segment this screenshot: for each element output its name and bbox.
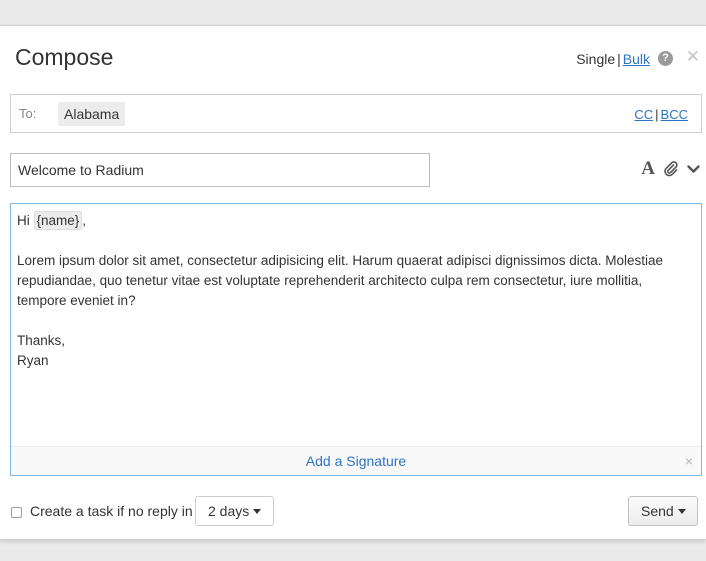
- mode-separator: |: [617, 51, 621, 67]
- greeting-line: Hi {name},: [17, 211, 695, 231]
- signature-bar: Add a Signature ×: [11, 446, 701, 475]
- task-label: Create a task if no reply in: [30, 503, 193, 519]
- paperclip-icon[interactable]: [664, 161, 678, 177]
- caret-down-icon: [678, 509, 686, 514]
- send-mode-switch: Single | Bulk: [576, 51, 650, 67]
- send-button[interactable]: Send: [628, 496, 698, 526]
- message-editor[interactable]: Hi {name}, Lorem ipsum dolor sit amet, c…: [10, 203, 702, 476]
- editor-toolbar: A: [641, 159, 700, 179]
- compose-panel: Compose Single | Bulk ? ✕ To: Alabama CC | B…: [0, 25, 706, 540]
- message-body[interactable]: Hi {name}, Lorem ipsum dolor sit amet, c…: [17, 211, 695, 371]
- cc-link[interactable]: CC: [634, 107, 653, 122]
- task-checkbox[interactable]: [11, 507, 22, 518]
- line-break: [17, 311, 695, 331]
- closing-line: Thanks,: [17, 333, 66, 348]
- to-label: To:: [19, 106, 37, 121]
- greeting-prefix: Hi: [17, 213, 34, 228]
- subject-input[interactable]: [10, 153, 430, 187]
- reply-delay-dropdown[interactable]: 2 days: [195, 496, 274, 526]
- to-field[interactable]: To: Alabama CC | BCC: [10, 94, 702, 133]
- send-label: Send: [641, 503, 674, 519]
- caret-down-icon: [253, 509, 261, 514]
- merge-tag[interactable]: {name}: [33, 211, 83, 230]
- recipient-chip[interactable]: Alabama: [58, 102, 126, 126]
- greeting-suffix: ,: [82, 213, 87, 228]
- mode-bulk-link[interactable]: Bulk: [623, 51, 650, 67]
- font-format-icon[interactable]: A: [641, 159, 655, 179]
- add-signature-link[interactable]: Add a Signature: [11, 453, 701, 469]
- page-title: Compose: [15, 44, 114, 70]
- bcc-link[interactable]: BCC: [661, 107, 688, 122]
- chevron-down-icon[interactable]: [687, 164, 700, 174]
- close-icon[interactable]: ✕: [686, 48, 700, 65]
- signature-close-icon[interactable]: ×: [685, 453, 693, 469]
- reply-delay-value: 2 days: [208, 503, 250, 519]
- question-circle-icon[interactable]: ?: [658, 51, 673, 66]
- cc-bcc-links: CC | BCC: [634, 107, 688, 122]
- line-break: [17, 231, 695, 251]
- body-paragraph: Lorem ipsum dolor sit amet, consectetur …: [17, 253, 664, 308]
- cc-bcc-separator: |: [655, 107, 659, 122]
- sender-name: Ryan: [17, 353, 49, 368]
- mode-single[interactable]: Single: [576, 51, 615, 67]
